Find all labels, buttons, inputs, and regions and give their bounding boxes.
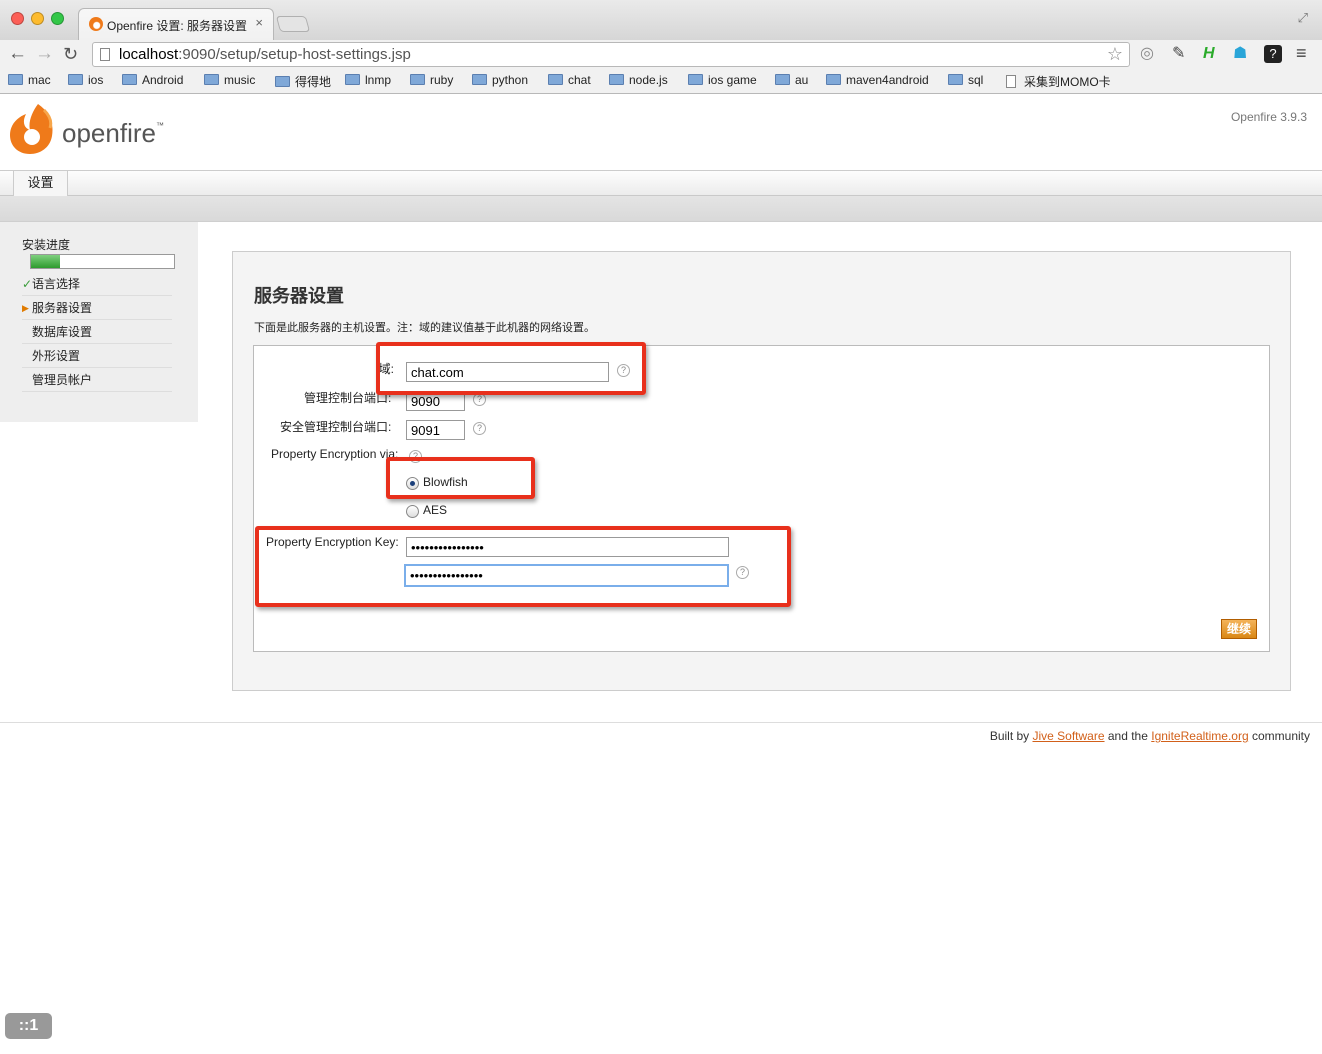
bookmark-folder[interactable]: au [775, 73, 808, 87]
browser-titlebar: Openfire 设置: 服务器设置 × ⤢ [0, 0, 1322, 40]
folder-icon [204, 74, 219, 85]
extension-question-icon[interactable]: ? [1264, 45, 1282, 63]
bookmark-folder[interactable]: maven4android [826, 73, 929, 87]
browser-menu-icon[interactable]: ≡ [1296, 43, 1307, 64]
bookmark-folder[interactable]: ios [68, 73, 103, 87]
folder-icon [775, 74, 790, 85]
bookmark-folder[interactable]: python [472, 73, 528, 87]
bookmarks-bar: mac ios Android music 得得地 lnmp ruby pyth… [0, 70, 1322, 94]
folder-icon [345, 74, 360, 85]
footer-divider [0, 722, 1322, 723]
folder-icon [609, 74, 624, 85]
bookmark-folder[interactable]: 得得地 [275, 73, 331, 90]
extension-h-icon[interactable]: H [1203, 45, 1215, 63]
fullscreen-icon[interactable]: ⤢ [1298, 10, 1308, 26]
bookmark-folder[interactable]: chat [548, 73, 591, 87]
bookmark-folder[interactable]: Android [122, 73, 183, 87]
browser-toolbar: ← → ↻ localhost:9090/setup/setup-host-se… [0, 40, 1322, 70]
folder-icon [688, 74, 703, 85]
minimize-window-button[interactable] [31, 12, 44, 25]
tab-setup[interactable]: 设置 [13, 171, 68, 197]
folder-icon [472, 74, 487, 85]
folder-icon [948, 74, 963, 85]
setup-progress-bar [30, 254, 175, 269]
folder-icon [410, 74, 425, 85]
logo-text: openfire™ [62, 118, 164, 148]
version-label: Openfire 3.9.3 [1230, 110, 1307, 124]
continue-button[interactable]: 继续 [1221, 619, 1257, 639]
tab-close-icon[interactable]: × [255, 15, 263, 30]
aes-radio[interactable] [406, 505, 419, 518]
address-bar[interactable]: localhost:9090/setup/setup-host-settings… [92, 42, 1130, 67]
openfire-favicon-icon [89, 17, 103, 31]
sidebar-item-profile: 外形设置 [22, 344, 172, 368]
folder-icon [548, 74, 563, 85]
close-window-button[interactable] [11, 12, 24, 25]
bookmark-folder[interactable]: sql [948, 73, 983, 87]
domain-highlight-box [376, 342, 646, 395]
page-icon [100, 48, 110, 61]
bookmark-page[interactable]: 采集到MOMO卡 [1006, 73, 1111, 90]
sidebar-item-language[interactable]: ✓ 语言选择 [22, 272, 172, 296]
folder-icon [8, 74, 23, 85]
current-step-arrow-icon: ▶ [22, 303, 29, 313]
secure-port-input[interactable] [406, 420, 465, 440]
help-icon[interactable]: ? [473, 422, 486, 435]
jive-software-link[interactable]: Jive Software [1033, 729, 1105, 743]
bookmark-folder[interactable]: ios game [688, 73, 757, 87]
folder-icon [275, 76, 290, 87]
tab-title: Openfire 设置: 服务器设置 [107, 19, 248, 33]
extension-tool-icon[interactable]: ✎ [1172, 45, 1185, 63]
overlay-badge: ::1 [5, 1013, 52, 1039]
bookmark-folder[interactable]: ruby [410, 73, 453, 87]
sub-navigation [0, 196, 1322, 222]
forward-arrow-icon[interactable]: → [35, 43, 54, 65]
sidebar-item-admin-account: 管理员帐户 [22, 368, 172, 392]
encryption-key-highlight-box [255, 526, 791, 607]
igniterealtime-link[interactable]: IgniteRealtime.org [1151, 729, 1248, 743]
progress-fill [31, 255, 60, 268]
new-tab-button[interactable] [275, 16, 311, 32]
checkmark-icon: ✓ [22, 277, 33, 291]
back-arrow-icon[interactable]: ← [8, 43, 27, 65]
aes-label: AES [423, 503, 448, 517]
folder-icon [826, 74, 841, 85]
bookmark-folder[interactable]: mac [8, 73, 51, 87]
page-title: 服务器设置 [254, 286, 344, 306]
secure-port-label: 安全管理控制台端口: [280, 420, 392, 434]
extension-android-icon[interactable]: ☗ [1233, 45, 1247, 63]
browser-tab-active[interactable]: Openfire 设置: 服务器设置 × [78, 8, 274, 40]
bookmark-folder[interactable]: music [204, 73, 255, 87]
bookmark-folder[interactable]: lnmp [345, 73, 391, 87]
openfire-logo-icon [10, 104, 53, 154]
folder-icon [68, 74, 83, 85]
sidebar: 安装进度 ✓ 语言选择 ▶ 服务器设置 数据库设置 外形设置 管理员帐户 [0, 222, 198, 422]
sidebar-item-server-settings[interactable]: ▶ 服务器设置 [22, 296, 172, 320]
top-navigation: 设置 [0, 170, 1322, 197]
sidebar-item-database: 数据库设置 [22, 320, 172, 344]
footer: Built by Jive Software and the IgniteRea… [989, 729, 1310, 743]
bookmark-star-icon[interactable]: ☆ [1107, 44, 1123, 65]
url-text[interactable]: localhost:9090/setup/setup-host-settings… [119, 46, 411, 63]
zoom-window-button[interactable] [51, 12, 64, 25]
blowfish-highlight-box [386, 457, 535, 499]
page-description: 下面是此服务器的主机设置。注：域的建议值基于此机器的网络设置。 [254, 322, 595, 334]
extension-globe-icon[interactable]: ◎ [1140, 45, 1154, 63]
reload-icon[interactable]: ↻ [63, 43, 78, 65]
folder-icon [122, 74, 137, 85]
bookmark-folder[interactable]: node.js [609, 73, 668, 87]
page-icon [1006, 75, 1016, 88]
encryption-method-label: Property Encryption via: [271, 447, 399, 461]
sidebar-title: 安装进度 [22, 238, 71, 252]
